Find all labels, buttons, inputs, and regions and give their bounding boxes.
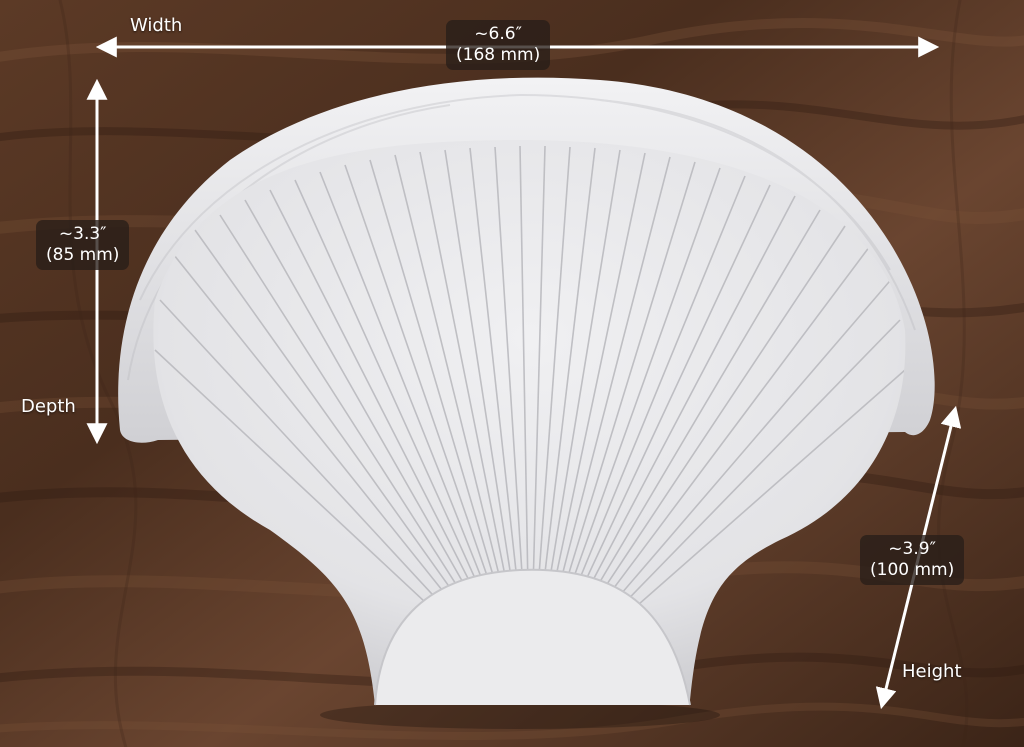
width-imperial-value: ~6.6″ xyxy=(474,24,522,44)
depth-imperial-value: ~3.3″ xyxy=(58,224,107,244)
product-dimension-view: Width Depth Height ~6.6″ (168 mm) ~3.3″ … xyxy=(0,0,1024,747)
height-metric-value: (100 mm) xyxy=(870,560,955,580)
depth-metric-value: (85 mm) xyxy=(46,245,120,265)
height-imperial-value: ~3.9″ xyxy=(888,539,936,559)
height-measurement-badge: ~3.9″ (100 mm) xyxy=(860,535,965,585)
height-axis-label: Height xyxy=(902,661,962,682)
depth-axis-label: Depth xyxy=(21,396,76,417)
scene-canvas xyxy=(0,0,1024,747)
width-axis-label: Width xyxy=(130,15,183,36)
width-metric-value: (168 mm) xyxy=(456,45,541,65)
depth-measurement-badge: ~3.3″ (85 mm) xyxy=(36,220,130,270)
width-measurement-badge: ~6.6″ (168 mm) xyxy=(446,20,551,70)
